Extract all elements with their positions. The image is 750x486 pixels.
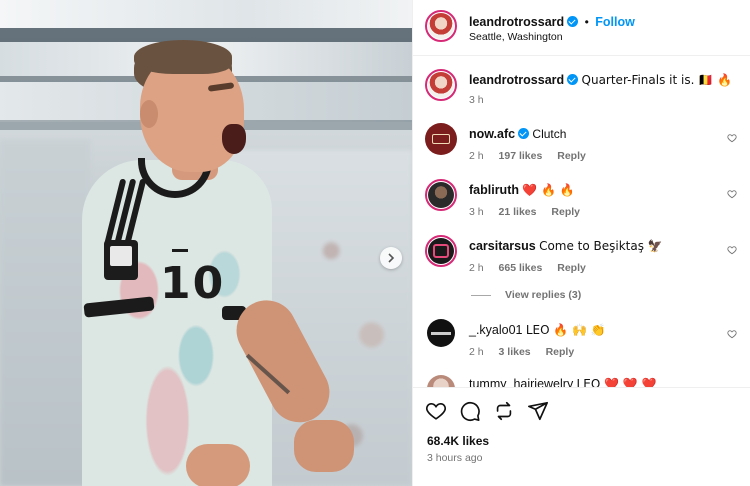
- heart-icon[interactable]: [727, 329, 737, 339]
- reply-button[interactable]: Reply: [557, 262, 586, 274]
- comment-icon[interactable]: [459, 400, 481, 422]
- avatar[interactable]: [425, 179, 457, 211]
- comment-likes[interactable]: 21 likes: [499, 206, 537, 218]
- view-replies-button[interactable]: View replies (3): [505, 289, 581, 301]
- player-fist: [294, 420, 354, 472]
- brand-logo: [172, 240, 188, 252]
- avatar[interactable]: [425, 123, 457, 155]
- comment-username[interactable]: fabliruth: [469, 183, 519, 197]
- verified-badge-icon: [518, 128, 530, 139]
- avatar[interactable]: [427, 319, 455, 347]
- comments-list[interactable]: leandrotrossard Quarter-Finals it is. 🇧🇪…: [413, 57, 750, 387]
- separator-dot: •: [584, 15, 589, 29]
- comment-text: LEO 🔥 🙌 👏: [525, 323, 606, 337]
- comment-username[interactable]: carsitarsus: [469, 239, 536, 253]
- post-photo[interactable]: 10: [0, 0, 412, 486]
- post-timestamp[interactable]: 3 hours ago: [427, 452, 482, 464]
- avatar[interactable]: [427, 375, 455, 387]
- comment-time: 3 h: [469, 206, 484, 218]
- crowd-blur: [0, 140, 90, 486]
- competition-badge-emblem: [110, 246, 132, 266]
- comment-row: now.afc Clutch 2 h 197 likes Reply: [413, 119, 750, 171]
- comment-text: Come to Beşiktaş 🦅: [539, 239, 663, 253]
- comment-time: 2 h: [469, 346, 484, 358]
- caption-username[interactable]: leandrotrossard: [469, 73, 564, 87]
- jersey-number: 10: [160, 258, 226, 309]
- heart-icon[interactable]: [727, 133, 737, 143]
- comment-row: carsitarsus Come to Beşiktaş 🦅 2 h 665 l…: [413, 231, 750, 283]
- heart-icon[interactable]: [425, 400, 447, 422]
- comment-text: LEO ❤️ ❤️ ❤️: [576, 377, 657, 387]
- avatar[interactable]: [425, 235, 457, 267]
- player-ear: [140, 100, 158, 128]
- send-icon[interactable]: [527, 400, 549, 422]
- like-count[interactable]: 68.4K likes: [427, 434, 489, 448]
- comment-time: 2 h: [469, 150, 484, 162]
- follow-button[interactable]: Follow: [595, 15, 635, 29]
- heart-icon[interactable]: [727, 189, 737, 199]
- caption-time: 3 h: [469, 94, 484, 106]
- comment-text: Clutch: [532, 127, 567, 141]
- header-username[interactable]: leandrotrossard: [469, 15, 564, 29]
- caption-text: Quarter-Finals it is. 🇧🇪 🔥: [581, 73, 732, 87]
- comment-likes[interactable]: 3 likes: [499, 346, 531, 358]
- comment-likes[interactable]: 665 likes: [499, 262, 543, 274]
- verified-badge-icon: [567, 74, 579, 85]
- comment-row: _.kyalo01 LEO 🔥 🙌 👏 2 h 3 likes Reply: [413, 315, 750, 367]
- repost-icon[interactable]: [493, 400, 515, 422]
- reply-button[interactable]: Reply: [557, 150, 586, 162]
- player-fist: [186, 444, 250, 486]
- avatar[interactable]: [425, 10, 457, 42]
- post-actions: 68.4K likes 3 hours ago: [413, 387, 750, 486]
- comment-likes[interactable]: 197 likes: [499, 150, 543, 162]
- comment-time: 2 h: [469, 262, 484, 274]
- reply-button[interactable]: Reply: [546, 346, 575, 358]
- comment-username[interactable]: tummy_hairjewelry: [469, 377, 573, 387]
- location-link[interactable]: Seattle, Washington: [469, 31, 563, 43]
- stadium-stand: [0, 28, 412, 42]
- verified-badge-icon: [567, 16, 579, 27]
- stadium-roof: [0, 0, 412, 28]
- player-mouth: [222, 124, 246, 154]
- reply-button[interactable]: Reply: [551, 206, 580, 218]
- view-replies-row: View replies (3): [413, 287, 750, 307]
- player-hair: [134, 40, 232, 74]
- post-header: leandrotrossard • Follow Seattle, Washin…: [413, 0, 750, 56]
- comment-username[interactable]: _.kyalo01: [469, 323, 523, 337]
- replies-divider: [471, 295, 491, 296]
- heart-icon[interactable]: [727, 245, 737, 255]
- comment-row: fabliruth ❤️ 🔥 🔥 3 h 21 likes Reply: [413, 175, 750, 227]
- comment-row: tummy_hairjewelry LEO ❤️ ❤️ ❤️: [413, 371, 750, 387]
- chevron-right-icon[interactable]: [380, 247, 402, 269]
- post-sidebar: leandrotrossard • Follow Seattle, Washin…: [412, 0, 750, 486]
- comment-text: ❤️ 🔥 🔥: [522, 183, 575, 197]
- caption-row: leandrotrossard Quarter-Finals it is. 🇧🇪…: [413, 65, 750, 115]
- avatar[interactable]: [425, 69, 457, 101]
- comment-username[interactable]: now.afc: [469, 127, 515, 141]
